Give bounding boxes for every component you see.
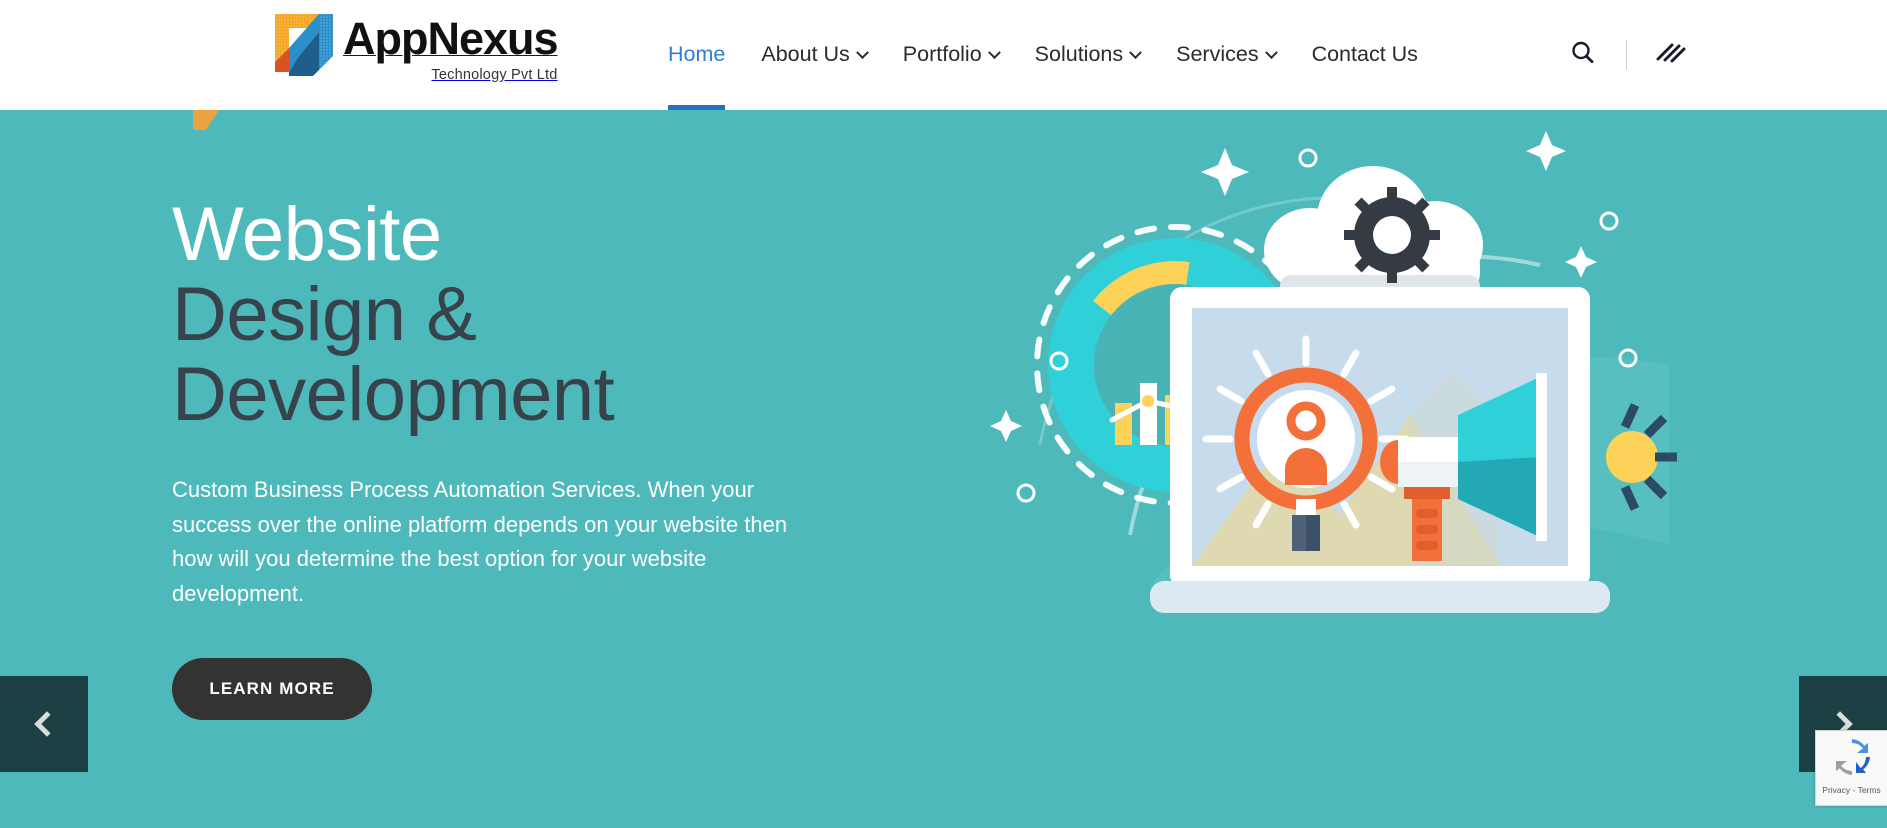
appnexus-n-logo-icon [275, 10, 333, 76]
recaptcha-icon [1832, 737, 1872, 782]
hero-heading-line-3: Development [172, 352, 615, 437]
hero-heading-line-2: Design & [172, 272, 477, 357]
nav-label: Home [668, 42, 726, 67]
menu-toggle-button[interactable] [1643, 28, 1697, 82]
nav-item-solutions[interactable]: Solutions [1017, 0, 1158, 110]
header-tools [1556, 0, 1697, 110]
nav-item-home[interactable]: Home [650, 0, 743, 110]
nav-item-about-us[interactable]: About Us [743, 0, 884, 110]
hero-content: Website Design & Development Custom Busi… [172, 195, 852, 720]
chevron-down-icon [1129, 45, 1142, 59]
nav-item-portfolio[interactable]: Portfolio [885, 0, 1017, 110]
learn-more-button[interactable]: LEARN MORE [172, 658, 372, 720]
chevron-down-icon [855, 45, 869, 59]
logo-name: AppNexus [343, 13, 559, 64]
nav-label: Contact Us [1311, 42, 1418, 67]
recaptcha-badge[interactable]: Privacy - Terms [1815, 730, 1887, 806]
nav-label: Solutions [1034, 42, 1124, 67]
hero-illustration [980, 115, 1680, 675]
logo-text: AppNexus Technology Pvt Ltd [343, 10, 559, 83]
main-navigation: Home About Us Portfolio Solutions Servic… [650, 0, 1436, 110]
search-button[interactable] [1556, 28, 1610, 82]
site-header: AppNexus Technology Pvt Ltd Home About U… [0, 0, 1887, 110]
recaptcha-terms-label[interactable]: Privacy - Terms [1822, 785, 1880, 795]
nav-label: Services [1176, 42, 1259, 67]
hero-paragraph: Custom Business Process Automation Servi… [172, 477, 788, 606]
chevron-left-icon [34, 711, 60, 737]
hero-heading-line-1: Website [172, 192, 442, 277]
chevron-down-icon [987, 45, 1001, 59]
site-logo[interactable]: AppNexus Technology Pvt Ltd [275, 10, 559, 83]
header-divider [1626, 40, 1627, 70]
hero-slider: Website Design & Development Custom Busi… [0, 110, 1887, 828]
nav-label: About Us [761, 42, 850, 67]
logo-tagline: Technology Pvt Ltd [431, 67, 558, 83]
orange-triangle-accent-icon [193, 110, 219, 130]
active-nav-underline [668, 105, 726, 110]
search-icon [1569, 39, 1597, 72]
carousel-prev-button[interactable] [0, 676, 88, 772]
nav-item-services[interactable]: Services [1158, 0, 1293, 110]
nav-label: Portfolio [902, 42, 982, 67]
nav-item-contact-us[interactable]: Contact Us [1294, 0, 1436, 110]
chevron-down-icon [1264, 45, 1278, 59]
slanted-hamburger-icon [1654, 39, 1686, 72]
